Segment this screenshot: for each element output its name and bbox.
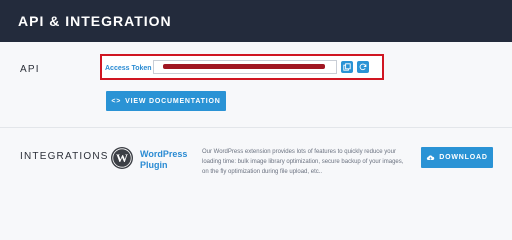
- wordpress-plugin-link[interactable]: WordPress Plugin: [140, 149, 200, 171]
- plugin-description: Our WordPress extension provides lots of…: [202, 149, 404, 175]
- copy-token-button[interactable]: [341, 61, 353, 73]
- download-label: DOWNLOAD: [439, 154, 488, 161]
- download-button[interactable]: DOWNLOAD: [421, 147, 493, 168]
- svg-text:W: W: [116, 151, 128, 165]
- refresh-token-button[interactable]: [357, 61, 369, 73]
- refresh-icon: [359, 63, 367, 71]
- integrations-section-label: INTEGRATIONS: [20, 151, 109, 162]
- section-divider: [0, 127, 512, 128]
- page-title: API & INTEGRATION: [18, 13, 172, 29]
- api-section-label: API: [20, 64, 40, 75]
- cloud-download-icon: [427, 155, 435, 160]
- copy-icon: [343, 63, 351, 71]
- code-icon: <>: [111, 97, 122, 105]
- view-documentation-button[interactable]: <> VIEW DOCUMENTATION: [106, 91, 226, 111]
- view-documentation-label: VIEW DOCUMENTATION: [125, 97, 221, 105]
- page-header: API & INTEGRATION: [0, 0, 512, 42]
- wordpress-icon: W: [111, 147, 133, 169]
- access-token-redaction: [163, 64, 325, 69]
- access-token-label: Access Token: [105, 65, 152, 72]
